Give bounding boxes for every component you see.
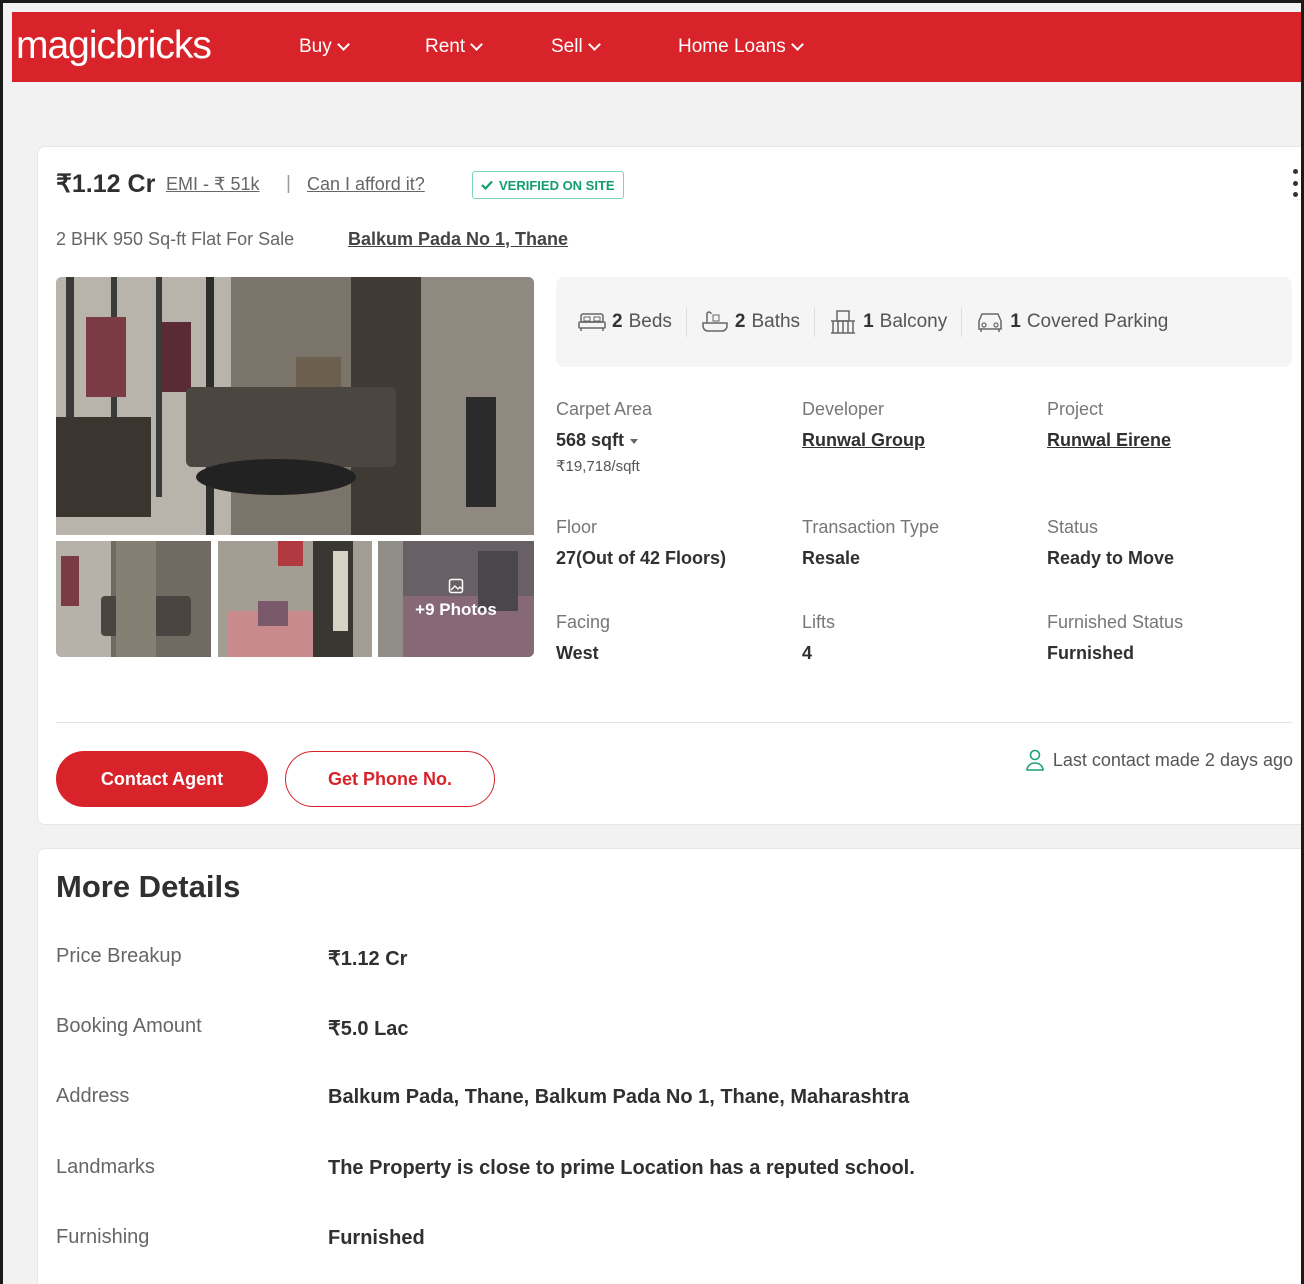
more-details-card: More Details Price Breakup ₹1.12 Cr Book… xyxy=(37,848,1301,1284)
nav-sell[interactable]: Sell xyxy=(551,36,601,58)
property-card: ₹1.12 Cr EMI - ₹ 51k | Can I afford it? … xyxy=(37,146,1301,825)
spec-label: Status xyxy=(1047,517,1099,537)
nav-sell-label: Sell xyxy=(551,36,583,57)
amenities-bar: 2 Beds 2 Baths 1 Balcony 1 Covered Parking xyxy=(556,277,1292,367)
spec-carpet-area: Carpet Area 568 sqft ₹19,718/sqft xyxy=(556,399,652,475)
spec-label: Carpet Area xyxy=(556,399,653,419)
transaction-value: Resale xyxy=(802,548,861,568)
chevron-down-icon xyxy=(336,38,350,51)
lifts-value: 4 xyxy=(802,643,813,663)
bed-icon xyxy=(578,313,606,331)
browser-frame: magicbricks Buy Rent Sell Home Loans ₹1.… xyxy=(0,0,1304,1284)
furnished-status-value: Furnished xyxy=(1047,643,1135,663)
more-details-title: More Details xyxy=(56,869,241,904)
spec-transaction-type: Transaction Type Resale xyxy=(802,517,939,569)
locality-link[interactable]: Balkum Pada No 1, Thane xyxy=(348,229,568,250)
user-icon xyxy=(1026,749,1044,771)
baths-count: 2 xyxy=(734,311,746,332)
balcony-label: Balcony xyxy=(879,311,948,332)
detail-key: Furnishing xyxy=(56,1226,150,1248)
carpet-area-dropdown[interactable]: 568 sqft xyxy=(556,430,652,451)
main-property-photo[interactable] xyxy=(56,277,534,535)
status-value: Ready to Move xyxy=(1047,548,1175,568)
project-link[interactable]: Runwal Eirene xyxy=(1047,430,1171,451)
spec-status: Status Ready to Move xyxy=(1047,517,1174,569)
bath-icon xyxy=(702,311,728,332)
spec-label: Furnished Status xyxy=(1047,612,1184,632)
verified-badge: VERIFIED ON SITE xyxy=(472,171,624,199)
carpet-area-value: 568 sqft xyxy=(556,430,625,450)
spec-lifts: Lifts 4 xyxy=(802,612,835,664)
parking-count: 1 xyxy=(1010,311,1021,332)
floor-value: 27(Out of 42 Floors) xyxy=(556,548,727,568)
check-icon xyxy=(481,180,493,190)
top-nav-bar: magicbricks Buy Rent Sell Home Loans xyxy=(12,12,1301,82)
amenity-balcony: 1 Balcony xyxy=(815,307,963,337)
facing-value: West xyxy=(556,643,599,663)
balcony-icon xyxy=(831,310,856,334)
detail-value: Balkum Pada, Thane, Balkum Pada No 1, Th… xyxy=(328,1086,910,1108)
beds-label: Beds xyxy=(628,311,672,332)
detail-key: Booking Amount xyxy=(56,1015,202,1037)
amenity-beds: 2 Beds xyxy=(564,307,687,337)
caret-down-icon xyxy=(630,438,639,444)
afford-link[interactable]: Can I afford it? xyxy=(307,174,425,195)
detail-value: ₹5.0 Lac xyxy=(328,1018,409,1040)
spec-project: Project Runwal Eirene xyxy=(1047,399,1171,451)
amenity-baths: 2 Baths xyxy=(687,307,816,337)
detail-key: Price Breakup xyxy=(56,945,182,967)
nav-home-loans-label: Home Loans xyxy=(678,36,786,57)
developer-link[interactable]: Runwal Group xyxy=(802,430,925,451)
detail-key: Landmarks xyxy=(56,1156,155,1178)
spec-label: Project xyxy=(1047,399,1104,419)
price-per-sqft: ₹19,718/sqft xyxy=(556,458,640,475)
detail-value: Furnished xyxy=(328,1227,425,1249)
magicbricks-logo[interactable]: magicbricks xyxy=(16,24,212,68)
last-contact-info: Last contact made 2 days ago xyxy=(1025,749,1293,771)
nav-buy-label: Buy xyxy=(299,36,332,57)
emi-link[interactable]: EMI - ₹ 51k xyxy=(166,174,259,195)
chevron-down-icon xyxy=(470,38,484,51)
more-photos-label: +9 Photos xyxy=(415,600,497,619)
beds-count: 2 xyxy=(612,311,623,332)
spec-floor: Floor 27(Out of 42 Floors) xyxy=(556,517,726,569)
price-separator: | xyxy=(286,173,291,194)
spec-facing: Facing West xyxy=(556,612,610,664)
nav-rent[interactable]: Rent xyxy=(425,36,484,58)
verified-badge-label: VERIFIED ON SITE xyxy=(499,177,615,193)
balcony-count: 1 xyxy=(863,311,874,332)
thumbnail-photo[interactable] xyxy=(218,541,372,657)
nav-rent-label: Rent xyxy=(425,36,466,57)
card-divider xyxy=(56,722,1292,723)
nav-buy[interactable]: Buy xyxy=(299,36,350,58)
more-options-icon[interactable] xyxy=(1292,169,1298,197)
photo-icon xyxy=(448,578,464,594)
contact-agent-button[interactable]: Contact Agent xyxy=(56,751,268,807)
baths-label: Baths xyxy=(751,311,801,332)
detail-value: The Property is close to prime Location … xyxy=(328,1157,915,1179)
parking-label: Covered Parking xyxy=(1026,311,1169,332)
spec-label: Lifts xyxy=(802,612,836,632)
property-subtitle: 2 BHK 950 Sq-ft Flat For Sale xyxy=(56,229,295,249)
more-photos-overlay: +9 Photos xyxy=(378,541,534,657)
more-photos-thumbnail[interactable]: +9 Photos xyxy=(378,541,534,657)
detail-value: ₹1.12 Cr xyxy=(328,948,408,970)
spec-developer: Developer Runwal Group xyxy=(802,399,925,451)
amenity-parking: 1 Covered Parking xyxy=(962,307,1182,337)
get-phone-button[interactable]: Get Phone No. xyxy=(285,751,495,807)
nav-home-loans[interactable]: Home Loans xyxy=(678,36,804,58)
car-icon xyxy=(978,313,1002,332)
spec-furnished-status: Furnished Status Furnished xyxy=(1047,612,1183,664)
chevron-down-icon xyxy=(587,38,601,51)
detail-key: Address xyxy=(56,1085,130,1107)
last-contact-text: Last contact made 2 days ago xyxy=(1052,749,1293,770)
property-price: ₹1.12 Cr xyxy=(56,170,156,198)
chevron-down-icon xyxy=(790,38,804,51)
spec-label: Transaction Type xyxy=(802,517,940,537)
spec-label: Facing xyxy=(556,612,611,632)
spec-label: Developer xyxy=(802,399,885,419)
thumbnail-photo[interactable] xyxy=(56,541,211,657)
spec-label: Floor xyxy=(556,517,598,537)
